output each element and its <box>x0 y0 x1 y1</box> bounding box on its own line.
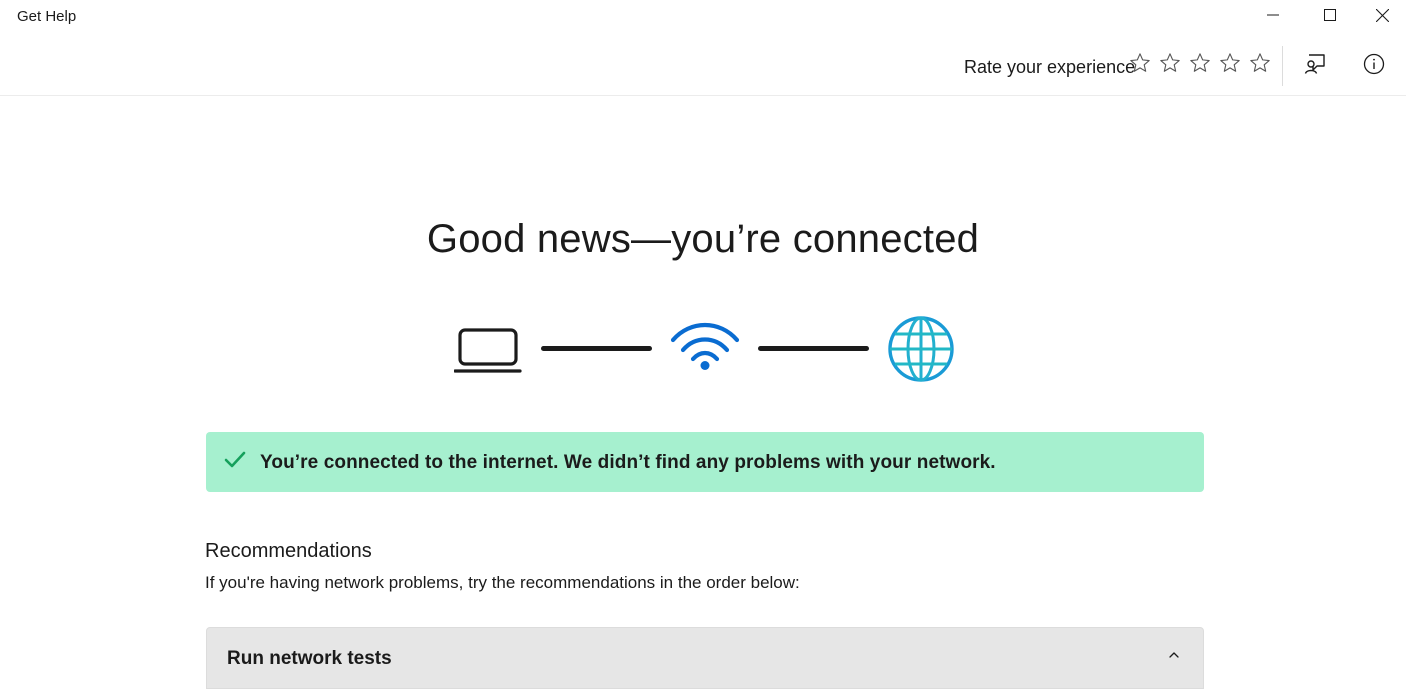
close-button[interactable] <box>1358 0 1406 30</box>
page-title: Good news—you’re connected <box>426 217 980 261</box>
info-icon <box>1363 53 1385 75</box>
feedback-button[interactable] <box>1301 50 1329 78</box>
info-button[interactable] <box>1360 50 1388 78</box>
app-title: Get Help <box>17 8 77 25</box>
feedback-icon <box>1304 54 1325 74</box>
star-5-icon[interactable] <box>1249 52 1271 74</box>
run-network-tests-expander[interactable]: Run network tests <box>206 627 1204 689</box>
maximize-icon <box>1323 9 1336 21</box>
checkmark-icon <box>224 451 246 468</box>
connection-status-banner: You’re connected to the internet. We did… <box>206 432 1204 492</box>
expander-title: Run network tests <box>227 648 392 669</box>
header-divider <box>1282 46 1283 86</box>
star-rating[interactable] <box>1129 52 1271 74</box>
star-3-icon[interactable] <box>1189 52 1211 74</box>
maximize-button[interactable] <box>1301 0 1358 30</box>
connector-line <box>758 346 869 351</box>
globe-icon <box>888 316 954 382</box>
chevron-up-icon[interactable] <box>1167 650 1181 660</box>
rate-experience-label: Rate your experience <box>964 57 1136 77</box>
title-bar: Get Help <box>0 0 1406 34</box>
connection-diagram <box>0 312 1406 386</box>
close-icon <box>1375 8 1389 22</box>
header-bar: Rate your experience <box>0 34 1406 96</box>
laptop-icon <box>454 328 522 373</box>
status-message: You’re connected to the internet. We did… <box>260 452 996 473</box>
star-2-icon[interactable] <box>1159 52 1181 74</box>
recommendations-heading: Recommendations <box>205 540 372 562</box>
connector-line <box>541 346 652 351</box>
minimize-icon <box>1266 14 1279 16</box>
recommendations-description: If you're having network problems, try t… <box>205 573 800 592</box>
get-help-window: Get Help Rate your experience Good news—… <box>0 0 1406 689</box>
star-4-icon[interactable] <box>1219 52 1241 74</box>
star-1-icon[interactable] <box>1129 52 1151 74</box>
minimize-button[interactable] <box>1244 0 1301 30</box>
wifi-icon <box>670 322 740 370</box>
